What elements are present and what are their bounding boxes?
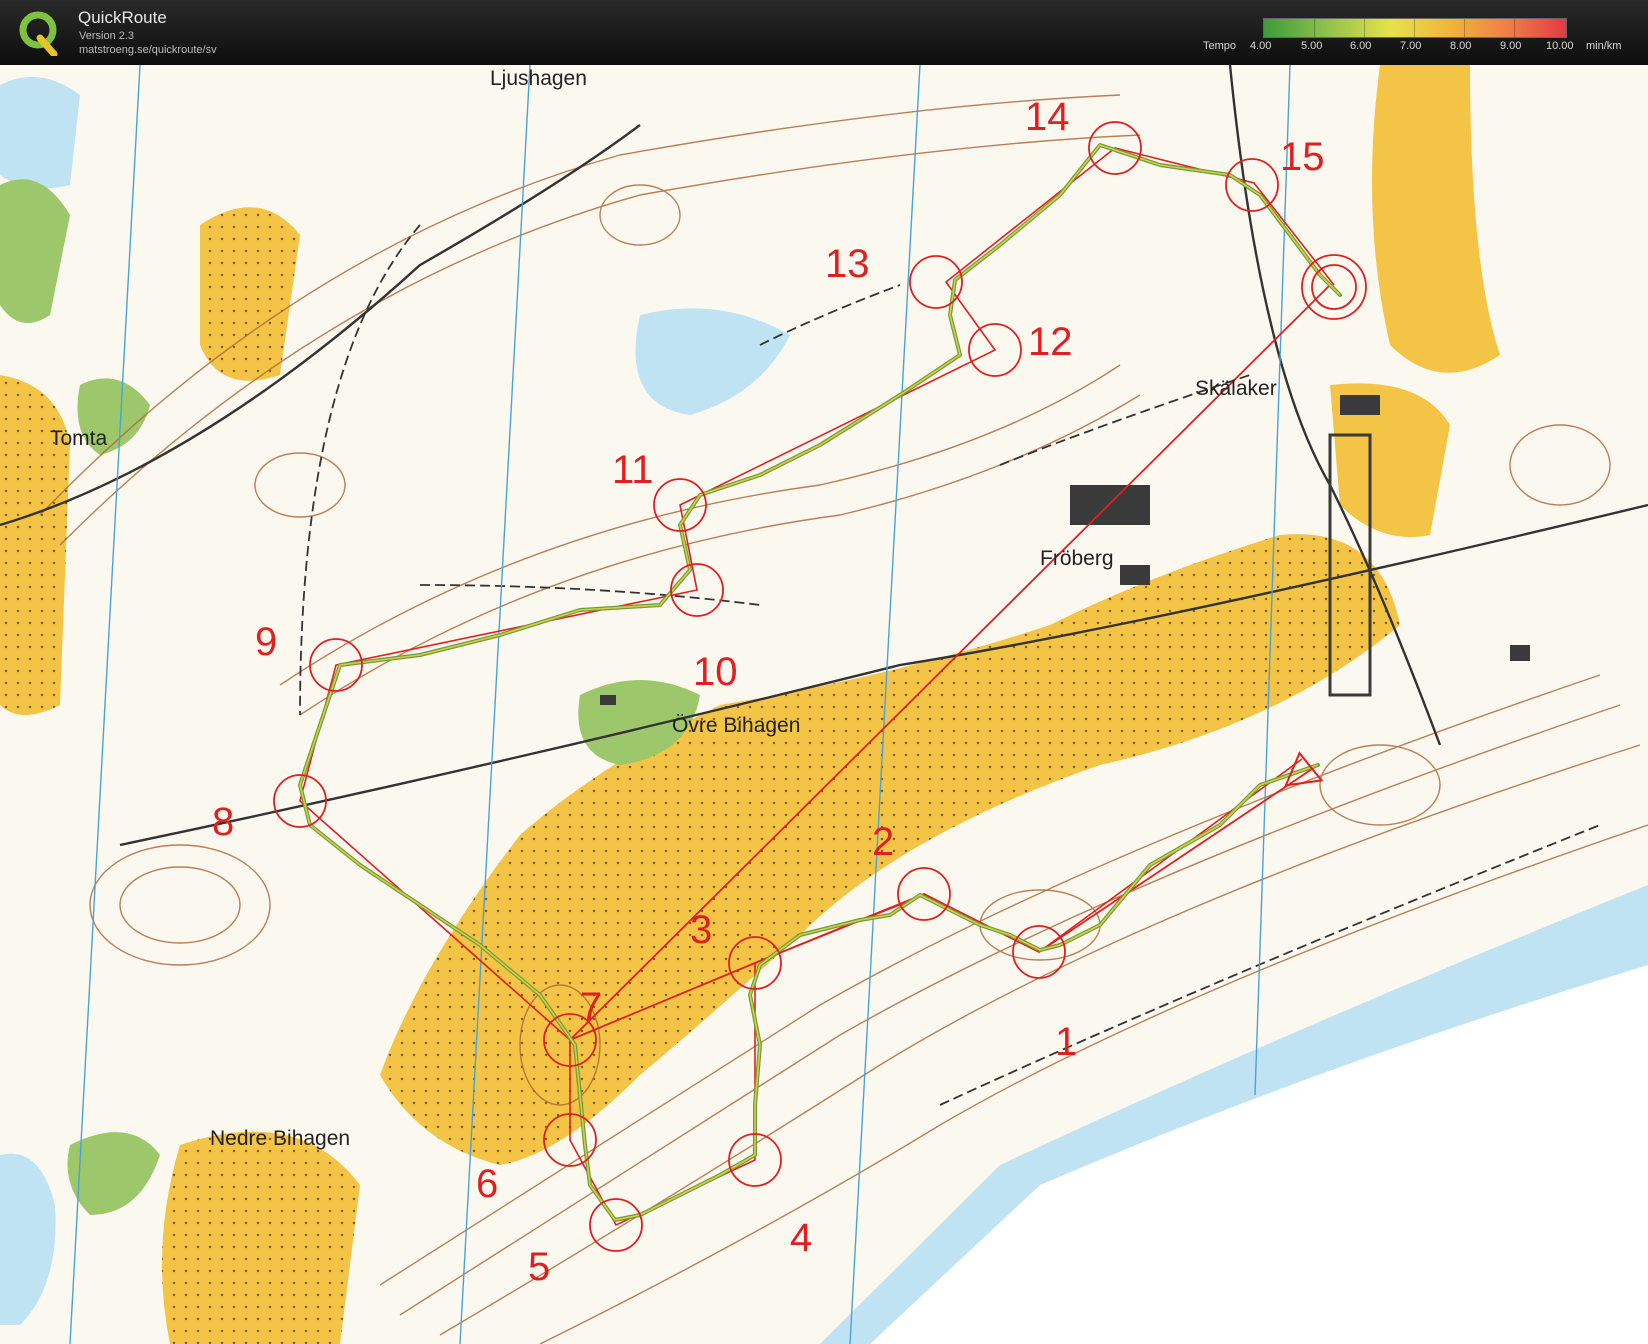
app-version: Version 2.3 <box>79 30 135 42</box>
sea-north-west <box>0 77 80 189</box>
tempo-tick: 6.00 <box>1350 40 1372 52</box>
app-name: QuickRoute <box>78 8 167 27</box>
tempo-tick: 4.00 <box>1250 40 1272 52</box>
map-canvas[interactable]: Ljushagen Tomta Skälaker Fröberg Övre Bi… <box>0 65 1648 1344</box>
control-number-8: 8 <box>212 800 234 844</box>
place-name-nedre-bihagen: Nedre Bihagen <box>210 1127 350 1150</box>
tempo-tick: 9.00 <box>1500 40 1522 52</box>
place-name-tomta: Tomta <box>50 427 108 450</box>
control-number-14: 14 <box>1025 95 1070 139</box>
place-name-skalaker: Skälaker <box>1195 377 1277 400</box>
tempo-tick: 5.00 <box>1301 40 1323 52</box>
tempo-color-scale <box>1263 18 1567 38</box>
app-url[interactable]: matstroeng.se/quickroute/sv <box>79 44 217 56</box>
place-name-ljushagen: Ljushagen <box>490 67 587 90</box>
field-west <box>0 375 70 715</box>
control-number-5: 5 <box>528 1245 550 1289</box>
control-number-7: 7 <box>580 985 602 1029</box>
tempo-tick: 10.00 <box>1546 40 1574 52</box>
control-number-9: 9 <box>255 620 277 664</box>
control-number-4: 4 <box>790 1216 812 1260</box>
tempo-label: Tempo <box>1203 40 1237 52</box>
control-number-11: 11 <box>612 448 654 492</box>
tempo-tick: 7.00 <box>1400 40 1422 52</box>
place-name-ovre-bihagen: Övre Bihagen <box>672 714 800 737</box>
orienteering-map[interactable]: Ljushagen Tomta Skälaker Fröberg Övre Bi… <box>0 65 1648 1344</box>
control-number-2: 2 <box>872 820 894 864</box>
control-number-10: 10 <box>693 650 738 694</box>
tempo-tick: 8.00 <box>1450 40 1472 52</box>
field-nedre-bihagen <box>162 1131 360 1344</box>
control-number-12: 12 <box>1028 320 1073 364</box>
control-number-1: 1 <box>1055 1020 1077 1064</box>
app-header: QuickRoute Version 2.3 matstroeng.se/qui… <box>0 0 1648 65</box>
control-number-3: 3 <box>690 908 712 952</box>
control-number-15: 15 <box>1280 135 1325 179</box>
control-number-13: 13 <box>825 242 870 286</box>
tempo-unit: min/km <box>1586 40 1622 52</box>
place-name-froberg: Fröberg <box>1040 547 1114 570</box>
control-number-6: 6 <box>476 1162 498 1206</box>
quickroute-logo-icon <box>19 11 58 56</box>
